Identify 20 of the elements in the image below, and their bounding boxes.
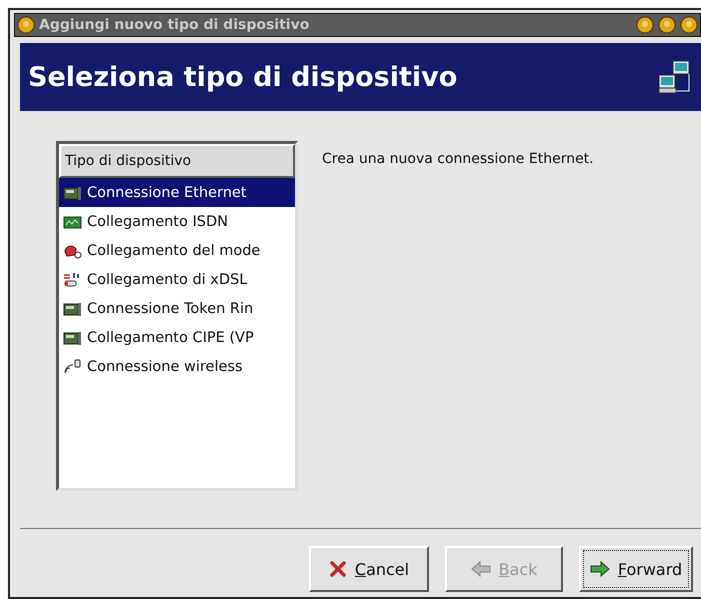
- isdn-card-icon: [63, 214, 83, 230]
- close-icon: [328, 560, 347, 578]
- close-icon[interactable]: [680, 16, 698, 34]
- description-text: Crea una nuova connessione Ethernet.: [322, 151, 594, 169]
- phone-icon: [63, 242, 83, 258]
- wireless-icon: [63, 358, 83, 374]
- window-menu-icon[interactable]: [17, 16, 35, 34]
- network-card-icon: [63, 300, 83, 316]
- right-arrow-icon: [590, 561, 610, 577]
- column-header[interactable]: Tipo di dispositivo: [59, 144, 295, 178]
- window-title: Aggiungi nuovo tipo di dispositivo: [39, 17, 310, 33]
- list-item[interactable]: Connessione Ethernet: [59, 178, 295, 207]
- network-card-icon: [63, 184, 83, 200]
- minimize-icon[interactable]: [636, 16, 654, 34]
- maximize-icon[interactable]: [658, 16, 676, 34]
- left-arrow-icon: [470, 561, 491, 577]
- network-card-icon: [63, 330, 83, 346]
- page-title: Seleziona tipo di dispositivo: [28, 62, 458, 92]
- forward-button[interactable]: Forward: [579, 546, 693, 592]
- cancel-button[interactable]: Cancel: [309, 546, 429, 592]
